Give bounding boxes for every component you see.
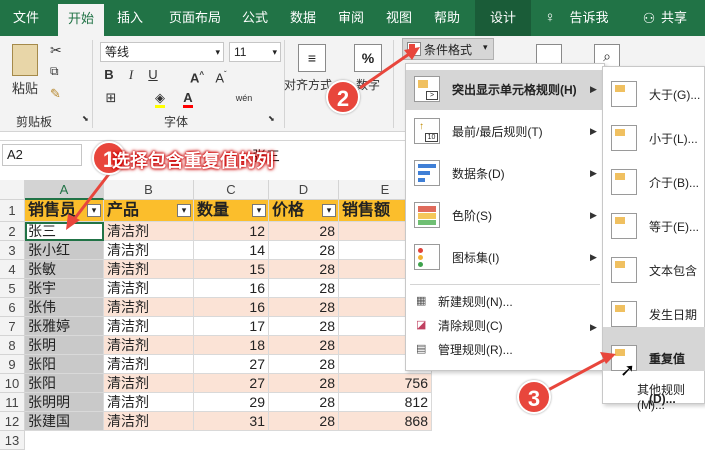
step1-instruction: 选择包含重复值的列 — [112, 151, 274, 171]
step-badge-2: 2 — [326, 80, 360, 114]
arrowhead-step2 — [404, 47, 420, 60]
step-badge-3: 3 — [517, 380, 551, 414]
arrow-step3 — [547, 356, 609, 392]
arrow-step2 — [359, 50, 413, 90]
annotation-arrows — [66, 47, 616, 392]
arrow-step1 — [70, 169, 114, 223]
